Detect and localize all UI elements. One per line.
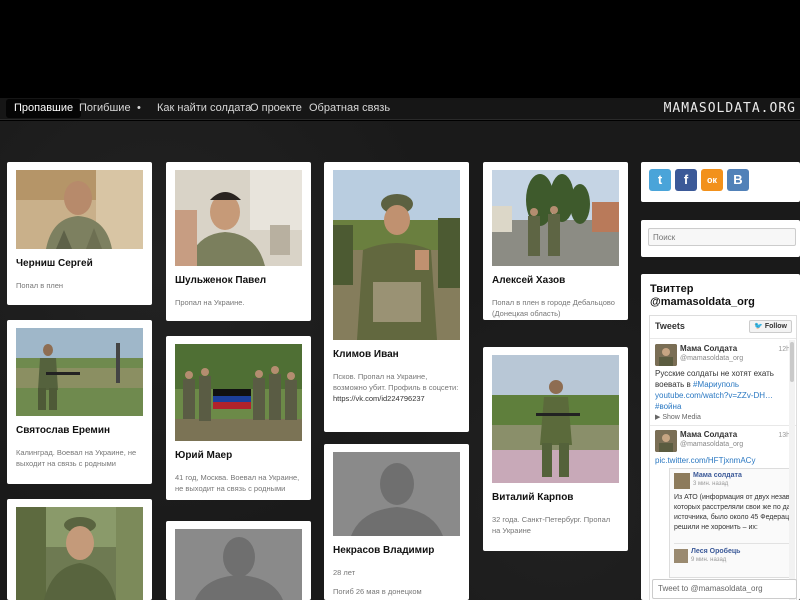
soldier-name[interactable]: Святослав Еремин: [16, 424, 143, 437]
twitter-box: Твиттер @mamasoldata_org Tweets 🐦 Follow…: [641, 274, 800, 600]
soldier-card[interactable]: [7, 499, 152, 600]
content-area: Черниш Сергей Попал в плен Святослав Ере…: [0, 121, 800, 600]
soldier-photo: [175, 344, 302, 441]
divider: [650, 338, 796, 339]
soldier-description: Пропал на Украине.: [175, 298, 245, 307]
twitter-share-icon[interactable]: t: [649, 169, 671, 191]
soldier-photo: [16, 328, 143, 416]
top-black-band: [0, 0, 800, 98]
soldier-name[interactable]: Некрасов Владимир: [333, 544, 460, 557]
soldier-description-extra: Погиб 26 мая в донецком: [333, 587, 422, 596]
soldier-card[interactable]: Юрий Маер 41 год, Москва. Воевал на Укра…: [166, 336, 311, 500]
tweet-author[interactable]: Мама Солдата: [680, 344, 737, 353]
soldier-description: Псков. Пропал на Украине, возможно убит.…: [333, 372, 459, 403]
soldier-name[interactable]: Юрий Маер: [175, 449, 302, 462]
scrollbar-thumb[interactable]: [790, 342, 794, 382]
soldier-name[interactable]: Климов Иван: [333, 348, 460, 361]
tweet-reply-input[interactable]: Tweet to @mamasoldata_org: [652, 579, 797, 599]
tweets-title: Tweets: [655, 321, 685, 331]
embed-reply-meta: 9 мин. назад: [691, 557, 727, 563]
search-box: [641, 220, 800, 257]
soldier-name[interactable]: Виталий Карпов: [492, 491, 619, 504]
show-media-link[interactable]: ▶ Show Media: [655, 413, 701, 421]
tweet-pic-link[interactable]: pic.twitter.com/HFTjxnmACy: [655, 455, 785, 466]
tweet-line: воевать в #Мариуполь: [655, 379, 785, 390]
soldier-name[interactable]: Черниш Сергей: [16, 257, 143, 270]
soldier-photo: [333, 170, 460, 340]
nav-bullet: •: [137, 102, 141, 114]
avatar[interactable]: [655, 430, 677, 452]
soldier-photo: [175, 170, 302, 266]
main-nav: Пропавшие Погибшие • Как найти солдата О…: [0, 98, 800, 120]
twitter-heading: Твиттер @mamasoldata_org: [650, 283, 755, 309]
follow-button[interactable]: 🐦 Follow: [749, 320, 792, 333]
tweet-handle[interactable]: @mamasoldata_org: [680, 355, 743, 362]
soldier-card[interactable]: [166, 521, 311, 600]
show-media-label: Show Media: [662, 414, 701, 421]
soldier-card[interactable]: Черниш Сергей Попал в плен: [7, 162, 152, 305]
tweet-author[interactable]: Мама Солдата: [680, 430, 737, 439]
facebook-share-icon[interactable]: f: [675, 169, 697, 191]
embed-meta: 3 мин. назад: [693, 481, 729, 487]
hashtag-link[interactable]: #Мариуполь: [693, 380, 739, 389]
soldier-photo-placeholder: [333, 452, 460, 536]
nav-feedback[interactable]: Обратная связь: [301, 99, 398, 118]
soldier-photo: [492, 170, 619, 266]
avatar: [674, 549, 688, 563]
divider: [650, 425, 796, 426]
embedded-post[interactable]: Мама солдата 3 мин. назад Из АТО (информ…: [669, 468, 793, 578]
embed-text: Из АТО (информация от двух независ солда…: [674, 494, 792, 531]
tweet-url-link[interactable]: youtube.com/watch?v=ZZv-DH…: [655, 390, 785, 401]
bird-icon: 🐦: [754, 323, 763, 330]
nav-about[interactable]: О проекте: [242, 99, 310, 118]
tweet-handle[interactable]: @mamasoldata_org: [680, 441, 743, 448]
soldier-photo: [16, 507, 143, 600]
soldier-description: 28 лет: [333, 568, 356, 577]
follow-label: Follow: [764, 323, 787, 330]
avatar[interactable]: [655, 344, 677, 366]
tweet-line: Русские солдаты не хотят ехать: [655, 369, 774, 378]
soldier-card[interactable]: Святослав Еремин Калинград. Воевал на Ук…: [7, 320, 152, 484]
soldier-card[interactable]: Климов Иван Псков. Пропал на Украине, во…: [324, 162, 469, 432]
soldier-name[interactable]: Шульженок Павел: [175, 274, 302, 287]
hashtag-link[interactable]: #война: [655, 401, 785, 412]
site-logo[interactable]: MAMASOLDATA.ORG: [664, 98, 796, 120]
twitter-heading-line1: Твиттер: [650, 283, 694, 295]
twitter-heading-line2: @mamasoldata_org: [650, 296, 755, 308]
soldier-card[interactable]: Алексей Хазов Попал в плен в городе Деба…: [483, 162, 628, 320]
twitter-widget[interactable]: Tweets 🐦 Follow Мама Солдата @mamasoldat…: [649, 315, 797, 600]
nav-missing[interactable]: Пропавшие: [6, 99, 82, 118]
share-box: t f ок В: [641, 162, 800, 202]
soldier-description: 32 года. Санкт-Петербург. Пропал на Укра…: [492, 515, 611, 535]
soldier-card[interactable]: Виталий Карпов 32 года. Санкт-Петербург.…: [483, 347, 628, 551]
scrollbar[interactable]: [789, 340, 795, 600]
odnoklassniki-share-icon[interactable]: ок: [701, 169, 723, 191]
soldier-card[interactable]: Некрасов Владимир 28 лет Погиб 26 мая в …: [324, 444, 469, 600]
vkontakte-share-icon[interactable]: В: [727, 169, 749, 191]
tweet-line-part: воевать в: [655, 380, 694, 389]
divider: [674, 543, 790, 544]
soldier-description: Попал в плен в городе Дебальцово (Донецк…: [492, 298, 615, 318]
soldier-description: Попал в плен: [16, 281, 64, 290]
avatar: [674, 473, 690, 489]
vk-profile-link[interactable]: https://vk.com/id224796237: [333, 394, 425, 403]
soldier-name[interactable]: Алексей Хазов: [492, 274, 619, 287]
tweet-text: Русские солдаты не хотят ехать воевать в…: [655, 368, 785, 412]
soldier-photo: [16, 170, 143, 249]
search-input[interactable]: [648, 228, 796, 246]
soldier-card[interactable]: Шульженок Павел Пропал на Украине.: [166, 162, 311, 321]
soldier-description: Калинград. Воевал на Украине, не выходит…: [16, 448, 137, 468]
page: Пропавшие Погибшие • Как найти солдата О…: [0, 0, 800, 600]
soldier-photo: [492, 355, 619, 483]
embed-reply-author[interactable]: Леся Оробець: [691, 548, 740, 555]
soldier-photo-placeholder: [175, 529, 302, 600]
embed-author[interactable]: Мама солдата: [693, 472, 742, 479]
soldier-description: 41 год, Москва. Воевал на Украине, не вы…: [175, 473, 300, 493]
